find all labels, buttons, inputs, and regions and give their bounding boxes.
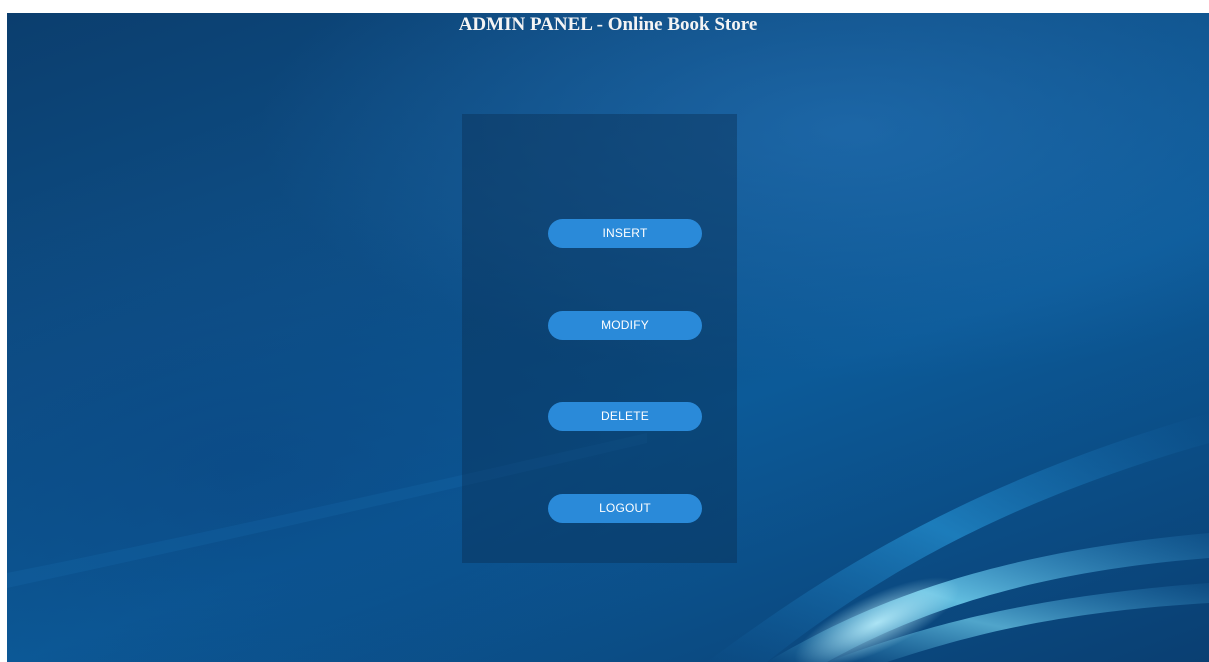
- admin-background: ADMIN PANEL - Online Book Store INSERT M…: [7, 13, 1209, 662]
- admin-menu-panel: INSERT MODIFY DELETE LOGOUT: [462, 114, 737, 563]
- insert-button[interactable]: INSERT: [548, 219, 702, 248]
- delete-button[interactable]: DELETE: [548, 402, 702, 431]
- logout-button[interactable]: LOGOUT: [548, 494, 702, 523]
- page-title: ADMIN PANEL - Online Book Store: [458, 14, 758, 35]
- modify-button[interactable]: MODIFY: [548, 311, 702, 340]
